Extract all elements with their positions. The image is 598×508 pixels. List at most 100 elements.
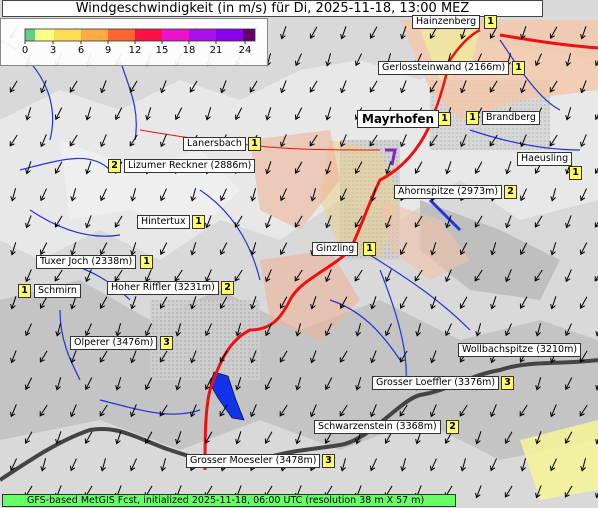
wind-arrow — [354, 215, 363, 228]
wind-arrow — [39, 242, 48, 256]
wind-arrow — [399, 404, 408, 417]
legend-color-segment — [189, 29, 216, 41]
wind-arrow — [535, 323, 542, 337]
legend-tick-label: 3 — [49, 45, 57, 56]
wind-arrow — [505, 215, 512, 229]
wind-arrow — [114, 215, 123, 228]
wind-arrow — [99, 404, 108, 417]
wind-arrow — [550, 404, 557, 418]
wind-arrow — [475, 323, 482, 337]
wind-arrow — [294, 53, 302, 67]
wind-arrow — [205, 107, 212, 121]
wind-arrow — [460, 458, 467, 472]
wind-arrow — [69, 134, 78, 147]
wind-arrow — [580, 134, 587, 148]
wind-arrow — [490, 404, 497, 418]
wind-arrow — [535, 431, 542, 445]
wind-arrow — [85, 269, 92, 283]
wind-arrow — [129, 80, 138, 93]
wind-arrow — [429, 80, 438, 93]
wind-arrow — [174, 107, 183, 121]
wind-arrow — [535, 377, 542, 391]
place-label: Tuxer Joch (2338m) — [36, 255, 137, 269]
wind-arrow — [400, 134, 407, 148]
wind-arrow — [595, 485, 598, 499]
wind-arrow — [520, 134, 527, 148]
place-label: Lizumer Reckner (2886m) — [124, 159, 256, 173]
wind-arrow — [370, 404, 377, 418]
wind-arrow — [325, 269, 332, 283]
place-label: Ginzling — [312, 242, 359, 256]
wind-arrow — [235, 431, 242, 445]
wind-arrow — [369, 80, 378, 93]
wind-arrow — [40, 80, 47, 94]
wind-arrow — [475, 485, 482, 499]
wind-arrow — [294, 215, 303, 228]
wind-arrow — [579, 242, 588, 256]
wind-arrow — [549, 134, 558, 147]
wind-class-badge: 1 — [466, 111, 479, 125]
wind-arrow — [564, 431, 573, 444]
wind-arrow — [160, 134, 167, 148]
wind-arrow — [430, 350, 437, 364]
wind-arrow — [490, 296, 497, 310]
wind-arrow — [175, 377, 182, 391]
wind-arrow — [595, 377, 598, 391]
wind-arrow — [10, 404, 17, 418]
wind-arrow — [130, 296, 137, 310]
wind-class-badge: 3 — [160, 336, 173, 350]
place-label: Hainzenberg — [412, 15, 481, 29]
wind-arrow — [489, 458, 497, 472]
wind-arrow — [84, 431, 93, 444]
legend-color-segment — [108, 29, 135, 41]
wind-class-badge: 3 — [501, 376, 514, 390]
wind-arrow — [534, 53, 542, 67]
legend-color-segment — [81, 29, 108, 41]
wind-arrow — [129, 458, 137, 472]
wind-arrow — [265, 215, 272, 229]
wind-arrow — [325, 215, 332, 229]
wind-arrow — [175, 431, 182, 445]
wind-arrow — [129, 134, 138, 147]
wind-arrow — [190, 350, 197, 364]
wind-arrow — [54, 269, 63, 282]
wind-arrow — [279, 188, 287, 202]
wind-arrow — [264, 431, 273, 444]
wind-arrow — [565, 215, 572, 229]
wind-arrow — [175, 323, 182, 337]
wind-arrow — [39, 350, 48, 363]
legend-colorbar — [24, 28, 256, 44]
wind-arrow — [250, 242, 257, 256]
wind-arrow — [85, 161, 92, 175]
wind-class-badge: 1 — [438, 112, 451, 126]
wind-arrow — [339, 188, 347, 202]
wind-arrow — [594, 53, 598, 67]
wind-arrow — [594, 269, 598, 282]
wind-arrow — [219, 350, 228, 363]
wind-arrow — [550, 188, 557, 202]
wind-arrow — [10, 296, 17, 310]
wind-arrow — [279, 350, 288, 363]
wind-arrow — [565, 269, 572, 283]
wind-class-badge: 1 — [248, 137, 261, 151]
wind-arrow — [40, 458, 47, 472]
wind-arrow — [265, 107, 272, 121]
wind-arrow — [295, 323, 302, 337]
wind-arrow — [369, 134, 378, 147]
wind-arrow — [219, 296, 228, 309]
wind-arrow — [565, 107, 572, 121]
wind-arrow — [414, 215, 423, 228]
legend-color-segment — [162, 29, 189, 41]
wind-arrow — [55, 323, 62, 337]
place-label: Wollbachspitze (3210m) — [458, 343, 582, 357]
wind-arrow — [400, 80, 407, 94]
wind-arrow — [189, 80, 198, 93]
wind-class-badge: 1 — [512, 61, 525, 75]
wind-arrow — [310, 296, 317, 310]
wind-arrow — [399, 296, 408, 309]
place-label: Hoher Riffler (3231m) — [107, 281, 219, 295]
wind-arrow — [579, 296, 588, 309]
wind-arrow — [370, 188, 377, 202]
wind-arrow — [520, 80, 527, 94]
wind-arrow — [325, 107, 332, 121]
